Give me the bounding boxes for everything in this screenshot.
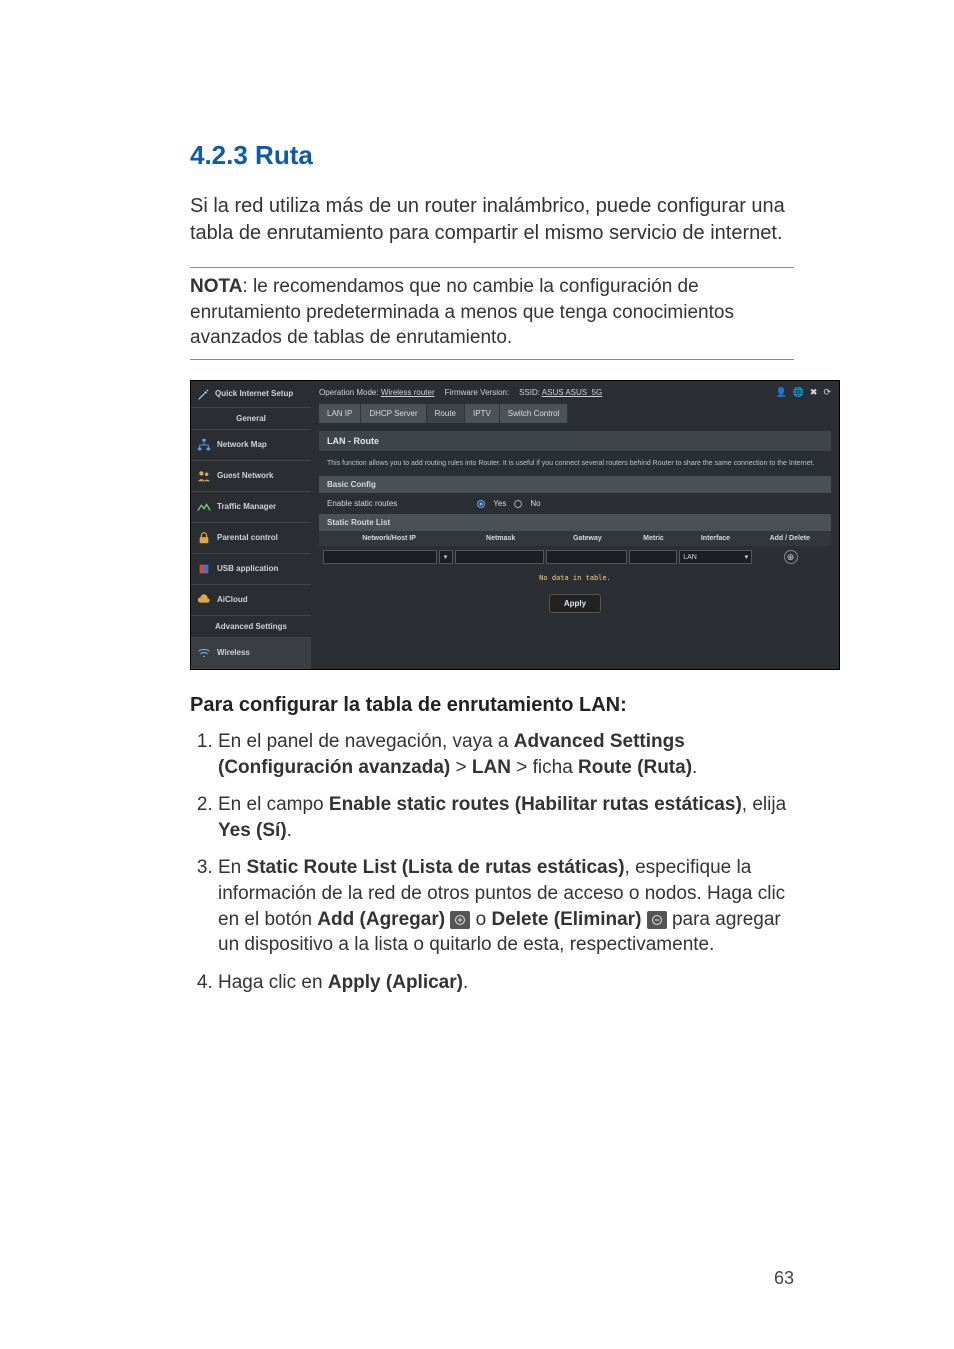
sidebar-item-network-map[interactable]: Network Map: [191, 430, 311, 461]
sidebar-section-advanced: Advanced Settings: [191, 616, 311, 638]
col-interface: Interface: [678, 535, 752, 542]
static-list-bar: Static Route List: [319, 514, 831, 531]
sidebar-item-guest[interactable]: Guest Network: [191, 461, 311, 492]
metric-input[interactable]: [629, 550, 678, 564]
page-number: 63: [774, 1268, 794, 1289]
col-netmask: Netmask: [455, 535, 546, 542]
note-body: : le recomendamos que no cambie la confi…: [190, 276, 734, 348]
router-screenshot: Quick Internet Setup General Network Map…: [190, 380, 840, 670]
op-mode-label: Operation Mode:: [319, 388, 379, 397]
network-input[interactable]: [323, 550, 437, 564]
note-label: NOTA: [190, 276, 242, 297]
radio-no[interactable]: [514, 500, 522, 508]
table-input-row: ▾ LAN▾ ⊕: [319, 546, 831, 568]
lock-icon: [197, 531, 211, 545]
delete-icon: [647, 911, 667, 929]
col-add-delete: Add / Delete: [753, 535, 827, 542]
intro-paragraph: Si la red utiliza más de un router inalá…: [190, 193, 794, 247]
steps-list: En el panel de navegación, vaya a Advanc…: [190, 729, 794, 996]
op-mode-link[interactable]: Wireless router: [381, 388, 435, 397]
add-icon: [450, 911, 470, 929]
radio-no-label: No: [530, 499, 540, 508]
network-dropdown[interactable]: ▾: [439, 550, 453, 564]
reboot-icon[interactable]: ⟳: [823, 387, 831, 398]
ssid-link[interactable]: ASUS ASUS_5G: [542, 388, 602, 397]
usb-icon: [197, 562, 211, 576]
globe-icon[interactable]: 🌐: [793, 387, 804, 398]
section-heading: 4.2.3 Ruta: [190, 140, 794, 171]
tab-bar: LAN IP DHCP Server Route IPTV Switch Con…: [319, 404, 831, 423]
sidebar-label: Parental control: [217, 533, 278, 542]
panel-title: LAN - Route: [319, 431, 831, 451]
panel-description: This function allows you to add routing …: [319, 455, 831, 476]
sidebar-item-parental[interactable]: Parental control: [191, 523, 311, 554]
basic-config-bar: Basic Config: [319, 476, 831, 493]
traffic-icon: [197, 500, 211, 514]
gateway-input[interactable]: [546, 550, 627, 564]
enable-static-label: Enable static routes: [327, 499, 397, 508]
sidebar: Quick Internet Setup General Network Map…: [191, 381, 311, 669]
wand-icon: [197, 387, 211, 401]
sidebar-item-traffic[interactable]: Traffic Manager: [191, 492, 311, 523]
wifi-icon: [197, 646, 211, 660]
enable-static-row: Enable static routes Yes No: [319, 493, 831, 514]
step-3: En Static Route List (Lista de rutas est…: [218, 855, 794, 958]
sidebar-label: AiCloud: [217, 595, 248, 604]
unplug-icon[interactable]: ✖: [810, 387, 818, 398]
sidebar-label: Guest Network: [217, 471, 273, 480]
network-icon: [197, 438, 211, 452]
sidebar-section-general: General: [191, 408, 311, 430]
interface-select[interactable]: LAN▾: [679, 550, 752, 564]
cloud-icon: [197, 593, 211, 607]
main-panel: Operation Mode: Wireless router Firmware…: [311, 381, 839, 669]
ssid-label: SSID:: [519, 388, 540, 397]
sidebar-item-wireless[interactable]: Wireless: [191, 638, 311, 669]
add-row-button[interactable]: ⊕: [784, 550, 798, 564]
tab-route[interactable]: Route: [427, 404, 465, 423]
procedure-heading: Para configurar la tabla de enrutamiento…: [190, 694, 794, 717]
sidebar-label: USB application: [217, 564, 278, 573]
tab-dhcp[interactable]: DHCP Server: [361, 404, 426, 423]
apply-button[interactable]: Apply: [549, 594, 601, 613]
table-header: Network/Host IP Netmask Gateway Metric I…: [319, 531, 831, 546]
sidebar-label: Traffic Manager: [217, 502, 276, 511]
sidebar-item-qis[interactable]: Quick Internet Setup: [191, 381, 311, 408]
step-1: En el panel de navegación, vaya a Advanc…: [218, 729, 794, 780]
sidebar-item-aicloud[interactable]: AiCloud: [191, 585, 311, 616]
step-4: Haga clic en Apply (Aplicar).: [218, 970, 794, 996]
tab-lan-ip[interactable]: LAN IP: [319, 404, 361, 423]
fw-label: Firmware Version:: [445, 388, 509, 397]
users-icon: [197, 469, 211, 483]
tab-switch[interactable]: Switch Control: [500, 404, 569, 423]
no-data-text: No data in table.: [319, 568, 831, 588]
sidebar-item-usb[interactable]: USB application: [191, 554, 311, 585]
radio-yes[interactable]: [477, 500, 485, 508]
header-row: Operation Mode: Wireless router Firmware…: [319, 387, 831, 398]
sidebar-label: Wireless: [217, 648, 250, 657]
col-network: Network/Host IP: [323, 535, 455, 542]
sidebar-label: Network Map: [217, 440, 267, 449]
note-box: NOTA: le recomendamos que no cambie la c…: [190, 267, 794, 360]
col-gateway: Gateway: [546, 535, 629, 542]
netmask-input[interactable]: [455, 550, 544, 564]
radio-yes-label: Yes: [493, 499, 506, 508]
tab-iptv[interactable]: IPTV: [465, 404, 500, 423]
user-icon[interactable]: 👤: [775, 387, 786, 398]
col-metric: Metric: [629, 535, 679, 542]
step-2: En el campo Enable static routes (Habili…: [218, 792, 794, 843]
sidebar-label-qis: Quick Internet Setup: [215, 389, 293, 398]
